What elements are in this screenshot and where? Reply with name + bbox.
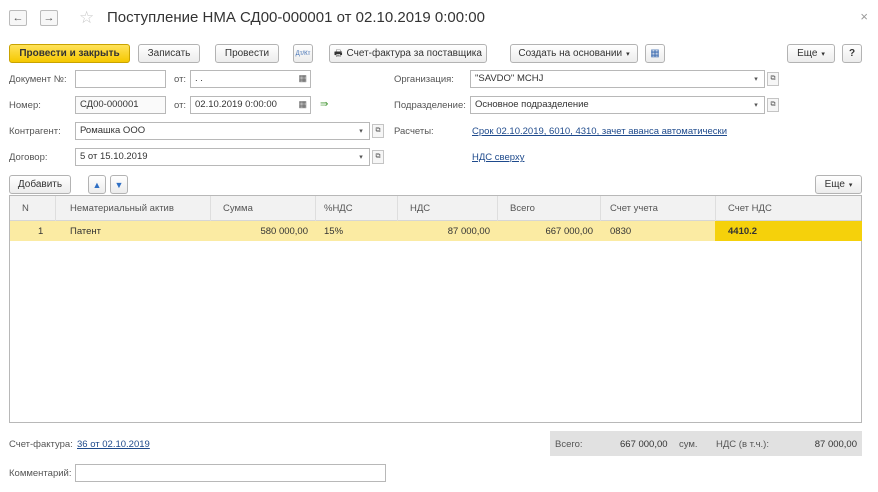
col-amount[interactable]: Сумма — [223, 203, 253, 214]
cell-total: 667 000,00 — [545, 226, 593, 237]
structure-icon[interactable]: ▦ — [645, 44, 665, 63]
table-more-label: Еще — [824, 179, 845, 190]
col-vat-rate[interactable]: %НДС — [324, 203, 353, 214]
col-total[interactable]: Всего — [510, 203, 535, 214]
cell-vat-account: 4410.2 — [728, 226, 758, 237]
total-label: Всего: — [555, 439, 583, 450]
settlements-label: Расчеты: — [394, 126, 434, 137]
dept-value: Основное подразделение — [475, 99, 589, 110]
contract-value: 5 от 15.10.2019 — [80, 151, 148, 162]
favorite-star-icon[interactable]: ☆ — [79, 8, 94, 28]
dt-kt-report-icon[interactable]: Дт/Кт — [293, 44, 313, 63]
chevron-down-icon[interactable]: ▾ — [750, 72, 762, 86]
org-input[interactable]: "SAVDO" MCHJ ▾ — [470, 70, 765, 88]
chevron-down-icon: ▾ — [821, 50, 825, 58]
cell-amount: 580 000,00 — [260, 226, 308, 237]
dept-input[interactable]: Основное подразделение ▾ — [470, 96, 765, 114]
col-vat[interactable]: НДС — [410, 203, 430, 214]
doc-date-value: . . — [195, 73, 203, 84]
cell-asset: Патент — [70, 226, 102, 237]
org-label: Организация: — [394, 74, 454, 85]
cell-n: 1 — [38, 226, 44, 237]
set-number-icon[interactable]: ⇛ — [320, 99, 328, 110]
invoice-supplier-label: Счет-фактура за поставщика — [346, 48, 482, 59]
calendar-icon[interactable]: ▦ — [298, 99, 307, 110]
open-link-icon[interactable]: ⧉ — [372, 124, 384, 138]
doc-no-input[interactable] — [75, 70, 166, 88]
help-button[interactable]: ? — [842, 44, 862, 63]
vat-total-value: 87 000,00 — [814, 439, 857, 450]
col-n[interactable]: N — [22, 203, 29, 214]
move-up-icon[interactable]: ▲ — [88, 175, 106, 194]
invoice-link[interactable]: 36 от 02.10.2019 — [77, 439, 150, 450]
vat-on-top-link[interactable]: НДС сверху — [472, 152, 524, 163]
save-button[interactable]: Записать — [138, 44, 200, 63]
more-button[interactable]: Еще ▾ — [787, 44, 835, 63]
col-account[interactable]: Счет учета — [610, 203, 658, 214]
more-label: Еще — [797, 48, 818, 59]
dept-label: Подразделение: — [394, 100, 466, 111]
doc-date-ot-label: от: — [174, 74, 187, 85]
chevron-down-icon[interactable]: ▾ — [750, 98, 762, 112]
invoice-supplier-button[interactable]: 🖶 Счет-фактура за поставщика — [329, 44, 487, 63]
back-arrow-icon: ← — [12, 12, 24, 24]
contract-label: Договор: — [9, 152, 48, 163]
counterparty-value: Ромашка ООО — [80, 125, 146, 136]
vat-total-label: НДС (в т.ч.): — [716, 439, 769, 450]
window-title: Поступление НМА СД00-000001 от 02.10.201… — [107, 9, 485, 26]
table-more-button[interactable]: Еще ▾ — [815, 175, 862, 194]
open-link-icon[interactable]: ⧉ — [372, 150, 384, 164]
chevron-down-icon: ▾ — [626, 50, 630, 58]
totals-bar: Всего: 667 000,00 сум. НДС (в т.ч.): 87 … — [550, 431, 862, 456]
currency-label: сум. — [679, 439, 698, 450]
title-bar: ← → ☆ Поступление НМА СД00-000001 от 02.… — [0, 0, 878, 38]
cell-vat-rate: 15% — [324, 226, 344, 237]
contract-input[interactable]: 5 от 15.10.2019 ▾ — [75, 148, 370, 166]
doc-no-label: Документ №: — [9, 74, 67, 85]
total-value: 667 000,00 — [620, 439, 668, 450]
printer-icon: 🖶 — [334, 47, 343, 58]
number-date-input[interactable]: 02.10.2019 0:00:00 ▦ — [190, 96, 311, 114]
close-icon[interactable]: × — [860, 9, 868, 24]
create-based-on-button[interactable]: Создать на основании ▾ — [510, 44, 638, 63]
number-label: Номер: — [9, 100, 41, 111]
open-link-icon[interactable]: ⧉ — [767, 72, 779, 86]
comment-input[interactable] — [75, 464, 386, 482]
cell-vat: 87 000,00 — [447, 226, 490, 237]
post-and-close-button[interactable]: Провести и закрыть — [9, 44, 130, 63]
number-input[interactable]: СД00-000001 — [75, 96, 166, 114]
post-button[interactable]: Провести — [215, 44, 279, 63]
invoice-label: Счет-фактура: — [9, 439, 73, 450]
calendar-icon[interactable]: ▦ — [298, 73, 307, 84]
move-down-icon[interactable]: ▼ — [110, 175, 128, 194]
doc-date-input[interactable]: . . ▦ — [190, 70, 311, 88]
open-link-icon[interactable]: ⧉ — [767, 98, 779, 112]
org-value: "SAVDO" MCHJ — [475, 73, 544, 84]
table-row[interactable]: 1 Патент 580 000,00 15% 87 000,00 667 00… — [10, 221, 862, 241]
table-header: N Нематериальный актив Сумма %НДС НДС Вс… — [10, 196, 861, 221]
create-based-on-label: Создать на основании — [518, 48, 623, 59]
chevron-down-icon[interactable]: ▾ — [355, 124, 367, 138]
counterparty-label: Контрагент: — [9, 126, 61, 137]
settlements-link[interactable]: Срок 02.10.2019, 6010, 4310, зачет аванс… — [472, 126, 727, 137]
cell-account: 0830 — [610, 226, 632, 237]
add-row-button[interactable]: Добавить — [9, 175, 71, 194]
counterparty-input[interactable]: Ромашка ООО ▾ — [75, 122, 370, 140]
back-button[interactable]: ← — [9, 10, 27, 26]
forward-arrow-icon: → — [43, 12, 55, 24]
number-date-ot-label: от: — [174, 100, 187, 111]
forward-button[interactable]: → — [40, 10, 58, 26]
intangible-assets-table[interactable]: N Нематериальный актив Сумма %НДС НДС Вс… — [9, 195, 862, 423]
col-vat-account[interactable]: Счет НДС — [728, 203, 772, 214]
col-asset[interactable]: Нематериальный актив — [70, 203, 174, 214]
number-date-value: 02.10.2019 0:00:00 — [195, 99, 277, 110]
chevron-down-icon: ▾ — [848, 181, 853, 189]
chevron-down-icon[interactable]: ▾ — [355, 150, 367, 164]
comment-label: Комментарий: — [9, 468, 72, 479]
